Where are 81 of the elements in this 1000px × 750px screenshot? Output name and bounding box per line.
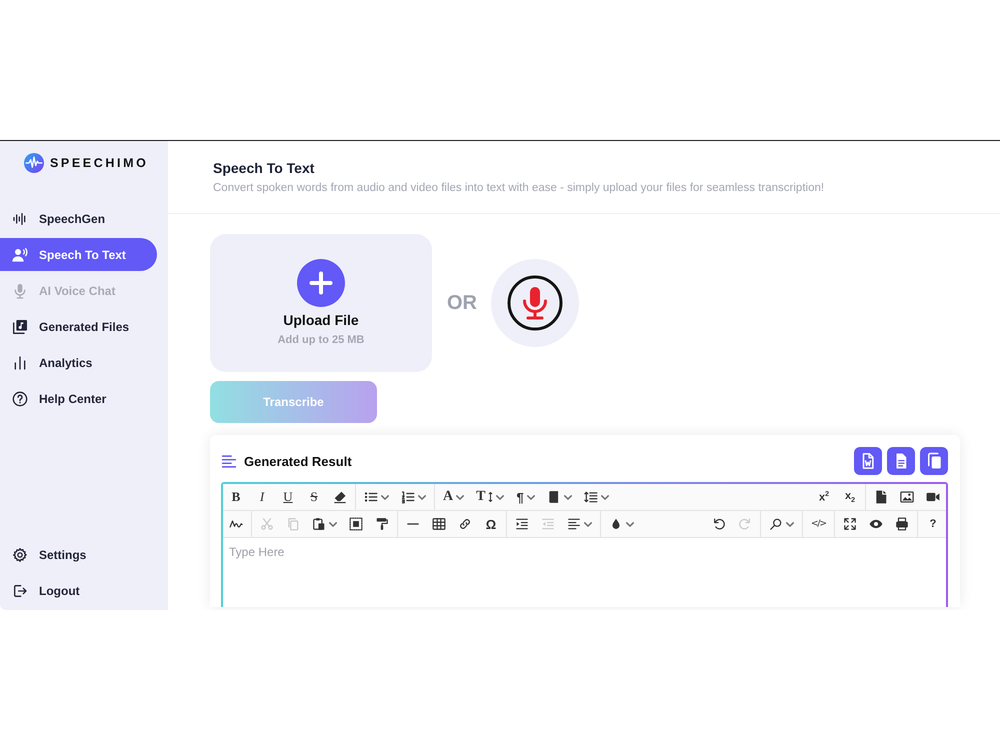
page-subtitle: Convert spoken words from audio and video files into text with ease - simply upload your files for seamless transcription! [213,181,824,196]
microphone-icon [507,275,563,331]
caret-icon [456,494,464,500]
page-title: Speech To Text [213,159,314,178]
file-icon [874,490,888,504]
settings-icon [12,546,28,562]
microphone-icon [12,282,28,298]
caret-icon [329,522,337,526]
superscript-button[interactable]: x$^{2}$ [811,484,837,510]
copy-result-button[interactable] [920,447,948,475]
caret-icon [786,522,794,526]
strikethrough-button[interactable]: S [301,484,327,510]
paragraph-style-button[interactable]: ¶ [510,484,541,510]
line-height-icon [584,490,598,504]
export-document-button[interactable] [887,447,915,475]
undo-icon [712,517,726,531]
numbered-list-icon [401,490,415,504]
book-icon [546,490,561,504]
nav-item[interactable]: Settings [0,538,157,571]
brand-name: SPEECHIMO [50,156,148,170]
nav-item[interactable]: Generated Files [0,310,157,343]
caret-icon [496,494,504,500]
caret-icon [526,494,535,500]
upload-hint: Add up to 25 MB [278,333,364,348]
printer-icon [895,517,909,531]
subscript-button[interactable]: x$_{2}$ [837,484,863,510]
bulleted-list-icon [364,490,378,504]
or-separator: OR [447,292,477,314]
redo-icon [738,517,752,531]
italic-button[interactable]: I [249,484,275,510]
caret-icon [418,494,426,500]
outdent-icon [541,517,555,531]
code-view-button[interactable]: </> [804,511,832,537]
scissors-icon [260,517,274,531]
underline-button[interactable]: U [275,484,301,510]
bar-chart-icon [12,354,28,370]
nav-item[interactable]: Help Center [0,382,157,415]
lines-icon [221,454,237,468]
bold-button[interactable]: B [223,484,249,510]
up-down-arrow-icon [488,491,494,503]
select-all-icon [349,517,363,531]
caret-icon [584,522,592,526]
help-button[interactable]: ? [920,511,946,537]
indent-icon [515,517,529,531]
upload-title: Upload File [283,311,359,329]
paint-roller-icon [375,517,389,531]
nav-item[interactable]: Analytics [0,346,157,379]
export-word-button[interactable] [854,447,882,475]
expand-icon [843,517,857,531]
caret-icon [564,494,572,500]
plus-icon [297,259,345,307]
copy-icon [286,517,300,531]
copy-icon [925,452,943,470]
logout-icon [12,582,28,598]
link-icon [458,517,472,531]
editor-input-field[interactable]: Type Here [223,538,946,607]
caret-icon [381,494,389,500]
help-icon [12,390,28,406]
logo-icon [24,153,44,173]
eraser-icon [333,490,347,504]
font-color-button[interactable]: A [437,484,470,510]
nav-item[interactable]: Logout [0,574,157,607]
result-title: Generated Result [244,454,352,468]
caret-icon [600,494,609,500]
caret-icon [626,522,634,526]
font-size-button[interactable]: T [470,484,510,510]
person-speaking-icon [12,246,28,262]
align-left-icon [567,517,581,531]
nav-item[interactable]: SpeechGen [0,202,157,235]
eye-icon [869,517,883,531]
table-icon [432,517,446,531]
upload-dropzone[interactable]: Upload File Add up to 25 MB [210,234,432,372]
special-character-button[interactable]: Ω [478,511,504,537]
search-icon [768,517,783,531]
video-camera-icon [926,490,940,504]
rich-text-editor[interactable]: B I U S A T ¶ x$^{2}$ x$_{2}$ Ω </> ? Type Here [221,482,948,607]
waveform-icon [12,210,28,226]
clipboard-icon [312,517,326,531]
nav-item[interactable]: Speech To Text [0,238,157,271]
music-library-icon [12,318,28,334]
image-icon [900,490,914,504]
